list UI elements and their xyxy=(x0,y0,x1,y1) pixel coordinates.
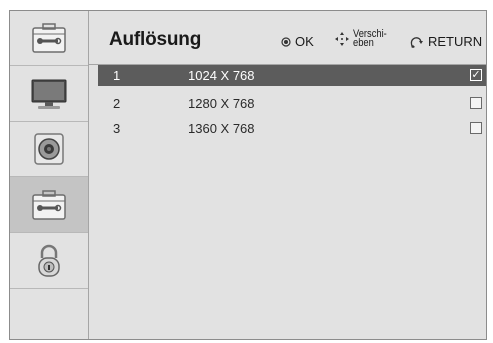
option-number: 1 xyxy=(113,68,121,83)
resolution-option-1[interactable]: 1 1024 X 768 ✓ xyxy=(98,65,486,86)
return-hint: RETURN xyxy=(409,34,482,49)
sidebar-item-option[interactable] xyxy=(10,177,88,233)
osd-menu-window xyxy=(9,10,487,340)
return-icon xyxy=(410,36,423,48)
page-title: Auflösung xyxy=(109,29,202,50)
ok-button-icon xyxy=(281,36,291,47)
option-label: 1280 X 768 xyxy=(188,96,255,111)
lock-icon xyxy=(38,244,60,277)
option-number: 2 xyxy=(113,96,121,111)
return-hint-label: RETURN xyxy=(428,34,483,49)
move-hint-label: Verschi- eben xyxy=(353,28,387,49)
sidebar-item-picture[interactable] xyxy=(10,66,88,122)
toolbox-icon xyxy=(32,189,66,220)
speaker-icon xyxy=(34,133,64,165)
ok-hint-label: OK xyxy=(295,34,314,49)
move-hint: Verschi- eben xyxy=(335,28,393,49)
menu-sidebar xyxy=(10,11,89,339)
sidebar-item-tools[interactable] xyxy=(10,11,88,66)
sidebar-item-audio[interactable] xyxy=(10,122,88,177)
sidebar-empty-cell xyxy=(10,289,88,341)
option-checkbox[interactable] xyxy=(470,122,482,134)
option-label: 1360 X 768 xyxy=(188,121,255,136)
sidebar-item-lock[interactable] xyxy=(10,233,88,289)
option-checkbox[interactable]: ✓ xyxy=(470,69,482,81)
toolbox-icon xyxy=(32,23,66,53)
option-label: 1024 X 768 xyxy=(188,68,255,83)
resolution-option-2[interactable]: 2 1280 X 768 xyxy=(98,93,486,114)
resolution-option-3[interactable]: 3 1360 X 768 xyxy=(98,118,486,139)
option-number: 3 xyxy=(113,121,121,136)
option-checkbox[interactable] xyxy=(470,97,482,109)
ok-hint: OK xyxy=(281,34,314,49)
monitor-icon xyxy=(31,79,67,109)
arrows-icon xyxy=(335,32,349,46)
